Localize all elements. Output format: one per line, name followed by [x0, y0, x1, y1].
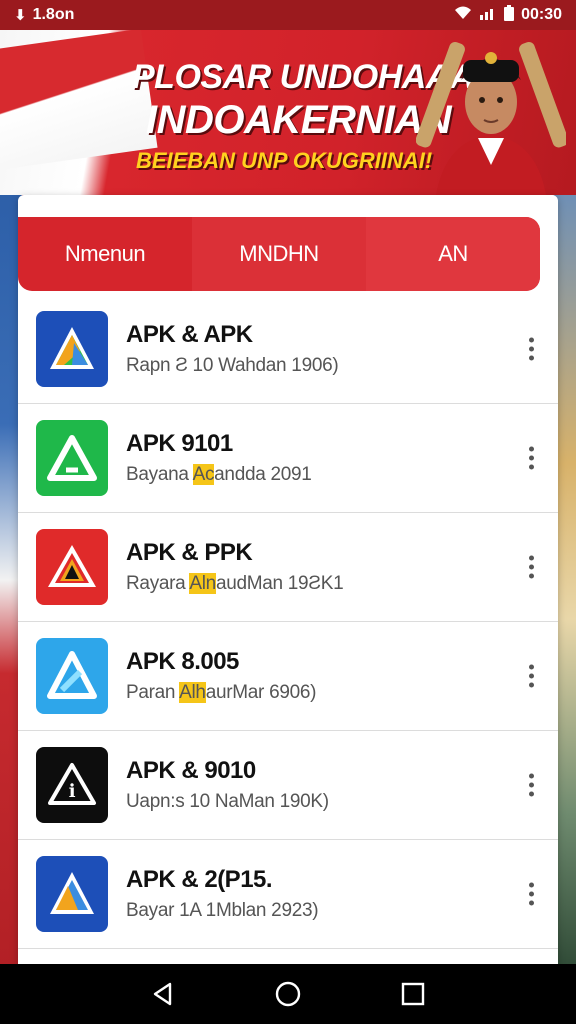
item-subtitle-pre: Paran: [126, 682, 180, 703]
item-subtitle-highlight: Alh: [179, 682, 206, 703]
tab-bar: Nmenun MNDHN AN: [18, 217, 540, 291]
item-subtitle-pre: Rayara: [126, 573, 190, 594]
item-subtitle: Uapn:s 10 NaMan 190K): [126, 791, 329, 812]
app-list-card: Nmenun MNDHN AN APK & APK Rapn Ƨ 10 Wahd…: [18, 195, 558, 965]
svg-text:ℹ: ℹ: [69, 781, 76, 802]
apk-blue-orange-icon: [36, 856, 108, 932]
list-item[interactable]: APK 8.005 Paran AlhaurMar 6906): [18, 622, 558, 731]
item-subtitle: Bayar 1A 1Mblan 2923): [126, 900, 319, 921]
item-subtitle-highlight: Aln: [189, 573, 216, 594]
home-icon[interactable]: [273, 979, 303, 1009]
item-subtitle: Paran AlhaurMar 6906): [126, 682, 316, 704]
status-time: 00:30: [521, 6, 562, 23]
item-title: APK 9101: [126, 430, 233, 457]
apk-light-blue-icon: [36, 638, 108, 714]
back-icon[interactable]: [148, 979, 178, 1009]
tab-3[interactable]: AN: [366, 217, 540, 291]
navigation-bar: [0, 964, 576, 1024]
item-subtitle: Rayara AlnaudMan 19ƧK1: [126, 573, 344, 595]
item-text: APK 8.005 Paran AlhaurMar 6906): [126, 648, 316, 704]
tab-2[interactable]: MNDHN: [192, 217, 366, 291]
item-subtitle: Bayana Acandda 2091: [126, 464, 312, 486]
item-subtitle: Rapn Ƨ 10 Wahdan 1906): [126, 355, 339, 376]
apk-green-icon: [36, 420, 108, 496]
download-notification-icon: ⬇: [14, 7, 27, 24]
list-item[interactable]: APK & PPK Rayara AlnaudMan 19ƧK1: [18, 513, 558, 622]
flag-graphic: [0, 30, 158, 172]
banner-subtitle: BEIEBAN UNP OKUGRIINAI!: [136, 148, 433, 173]
item-title: APK & 2(P15.: [126, 866, 273, 893]
item-text: APK & APK Rapn Ƨ 10 Wahdan 1906): [126, 321, 339, 377]
signal-icon: [479, 5, 497, 25]
more-options-icon[interactable]: [526, 664, 536, 688]
item-text: APK & 9010 Uapn:s 10 NaMan 190K): [126, 757, 329, 813]
list-item[interactable]: APK & APK Rapn Ƨ 10 Wahdan 1906): [18, 295, 558, 404]
tab-1[interactable]: Nmenun: [18, 217, 192, 291]
item-subtitle-highlight: Ac: [192, 464, 215, 485]
status-bar: ⬇ 1.8on 00:30: [0, 0, 576, 30]
item-subtitle-pre: Bayana: [126, 464, 193, 485]
item-title: APK 8.005: [126, 648, 239, 675]
item-title: APK & PPK: [126, 539, 253, 566]
more-options-icon[interactable]: [526, 337, 536, 361]
apk-black-icon: ℹ: [36, 747, 108, 823]
promo-banner[interactable]: PLOSAR UNDOHAAAN INDOAKERNIAN BEIEBAN UN…: [0, 30, 576, 195]
status-left: ⬇ 1.8on: [14, 6, 74, 24]
more-options-icon[interactable]: [526, 882, 536, 906]
recents-icon[interactable]: [398, 979, 428, 1009]
banner-person-illustration: [415, 30, 569, 195]
status-right: 00:30: [453, 4, 562, 26]
item-text: APK & 2(P15. Bayar 1A 1Mblan 2923): [126, 866, 319, 922]
item-subtitle-post: aurMar 6906): [205, 682, 317, 703]
item-subtitle-post: audMan 19ƧK1: [215, 573, 344, 594]
banner-title-line2: INDOAKERNIAN: [146, 98, 452, 142]
wifi-icon: [453, 5, 473, 25]
item-text: APK 9101 Bayana Acandda 2091: [126, 430, 312, 486]
more-options-icon[interactable]: [526, 555, 536, 579]
item-title: APK & 9010: [126, 757, 256, 784]
item-text: APK & PPK Rayara AlnaudMan 19ƧK1: [126, 539, 344, 595]
apk-blue-green-icon: [36, 311, 108, 387]
list-item[interactable]: APK & 2(P15. Bayar 1A 1Mblan 2923): [18, 840, 558, 949]
status-left-text: 1.8on: [32, 6, 75, 23]
list-item[interactable]: APK 9101 Bayana Acandda 2091: [18, 404, 558, 513]
more-options-icon[interactable]: [526, 773, 536, 797]
item-subtitle-post: andda 2091: [214, 464, 312, 485]
apk-red-icon: [36, 529, 108, 605]
list-item[interactable]: ℹ APK & 9010 Uapn:s 10 NaMan 190K): [18, 731, 558, 840]
item-title: APK & APK: [126, 321, 253, 348]
more-options-icon[interactable]: [526, 446, 536, 470]
battery-icon: [503, 4, 515, 26]
app-list: APK & APK Rapn Ƨ 10 Wahdan 1906) APK 910…: [18, 295, 558, 949]
